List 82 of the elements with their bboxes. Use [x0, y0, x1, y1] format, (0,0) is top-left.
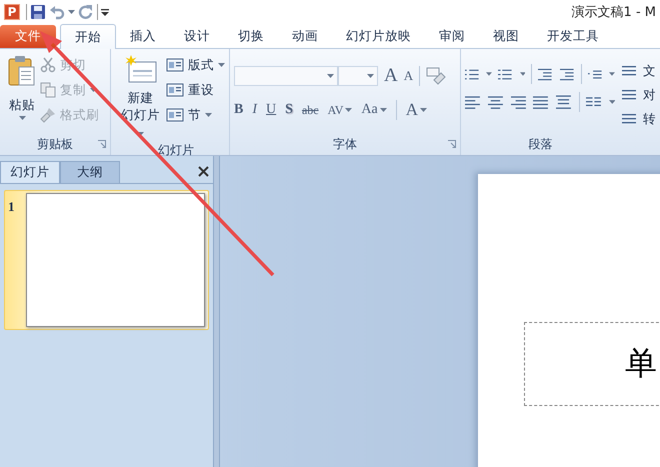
placeholder-text: 单 — [625, 343, 657, 384]
ribbon-tab[interactable]: 开始 — [60, 24, 116, 49]
window-title: 演示文稿1 - M — [572, 4, 656, 21]
format-button[interactable]: Aa — [361, 102, 387, 118]
copy-icon — [40, 82, 56, 98]
clipboard-icon — [8, 55, 36, 87]
caret-icon — [205, 113, 212, 117]
paragraph-command[interactable]: 文 — [620, 61, 656, 81]
caret-icon — [218, 63, 225, 67]
group-label: 段落 — [527, 136, 554, 152]
slide-command[interactable]: 重设 — [166, 80, 225, 100]
font-size-field[interactable] — [338, 66, 378, 86]
title-placeholder[interactable]: 单 — [524, 322, 660, 406]
text-direction-icon[interactable] — [620, 64, 639, 78]
scissors-icon — [40, 57, 56, 73]
caret-icon — [380, 108, 387, 112]
paste-label: 粘贴 — [9, 97, 35, 114]
group-label: 字体 — [332, 136, 358, 152]
group-label: 幻灯片 — [157, 142, 196, 159]
pane-tab[interactable]: 大纲 — [60, 161, 120, 183]
caret-icon — [327, 74, 334, 78]
ribbon-tab[interactable]: 动画 — [278, 25, 332, 48]
dialog-launcher-icon[interactable] — [448, 140, 456, 148]
justify-icon[interactable] — [533, 95, 550, 109]
customize-toolbar-icon[interactable] — [101, 8, 109, 16]
layout-icon — [166, 57, 184, 73]
slide-number: 1 — [8, 198, 16, 216]
slide-command[interactable]: 版式 — [166, 55, 225, 75]
columns-icon[interactable] — [586, 95, 603, 109]
paste-menu-icon — [18, 116, 26, 120]
caret-icon — [520, 72, 526, 76]
align-left-icon[interactable] — [464, 95, 482, 109]
numbering-icon[interactable] — [498, 67, 514, 81]
align-right-icon[interactable] — [510, 95, 528, 109]
ribbon-tab[interactable]: 切换 — [224, 25, 278, 48]
ribbon-tab[interactable]: 开发工具 — [533, 25, 613, 48]
caret-icon — [608, 100, 616, 104]
undo-menu-icon — [68, 10, 75, 14]
caret-icon — [486, 72, 492, 76]
align-center-icon[interactable] — [488, 95, 505, 109]
format-button[interactable]: abc — [302, 102, 319, 118]
ribbon-tab[interactable]: 审阅 — [425, 25, 479, 48]
slide-thumbnail[interactable]: 1 — [4, 190, 209, 330]
increase-indent-icon[interactable] — [560, 67, 575, 81]
format-button[interactable]: S — [285, 102, 293, 118]
caret-icon — [345, 108, 352, 112]
redo-icon[interactable] — [78, 4, 94, 20]
ribbon-tab[interactable]: 视图 — [479, 25, 533, 48]
align-text-icon[interactable] — [620, 88, 639, 102]
close-icon[interactable] — [198, 166, 209, 176]
section-icon — [166, 107, 184, 123]
caret-icon — [609, 72, 616, 76]
pane-tab[interactable]: 幻灯片 — [0, 161, 60, 183]
ribbon-tab[interactable]: 幻灯片放映 — [332, 25, 425, 48]
reset-icon — [166, 82, 184, 98]
app-icon[interactable]: P — [4, 4, 20, 20]
paragraph-command[interactable]: 转 — [620, 109, 656, 129]
format-button[interactable]: AV — [328, 102, 352, 118]
caret-icon — [367, 74, 374, 78]
save-icon[interactable] — [30, 4, 46, 20]
ribbon-tab[interactable]: 设计 — [170, 25, 224, 48]
format-button[interactable]: A — [406, 100, 427, 120]
decrease-indent-icon[interactable] — [538, 67, 554, 81]
format-button[interactable]: U — [266, 102, 276, 118]
paragraph-command[interactable]: 对 — [620, 85, 656, 105]
brush-icon — [40, 107, 56, 123]
group-label: 剪贴板 — [36, 136, 74, 152]
dialog-launcher-icon[interactable] — [98, 140, 106, 148]
new-slide-icon — [124, 55, 157, 85]
format-button[interactable]: I — [252, 102, 258, 118]
eraser-icon[interactable] — [426, 67, 446, 85]
paste-button[interactable]: 粘贴 — [4, 53, 40, 133]
distribute-icon[interactable] — [556, 95, 573, 109]
font-name-field[interactable] — [234, 66, 338, 86]
slide-command[interactable]: 节 — [166, 105, 225, 125]
shrink-font-button[interactable]: A — [404, 68, 414, 84]
caret-icon — [420, 108, 427, 112]
format-button[interactable]: B — [234, 102, 244, 118]
convert-icon[interactable] — [620, 112, 639, 126]
ribbon-tab[interactable]: 插入 — [116, 25, 170, 48]
bullets-icon[interactable] — [464, 67, 480, 81]
grow-font-button[interactable]: A — [384, 65, 398, 87]
